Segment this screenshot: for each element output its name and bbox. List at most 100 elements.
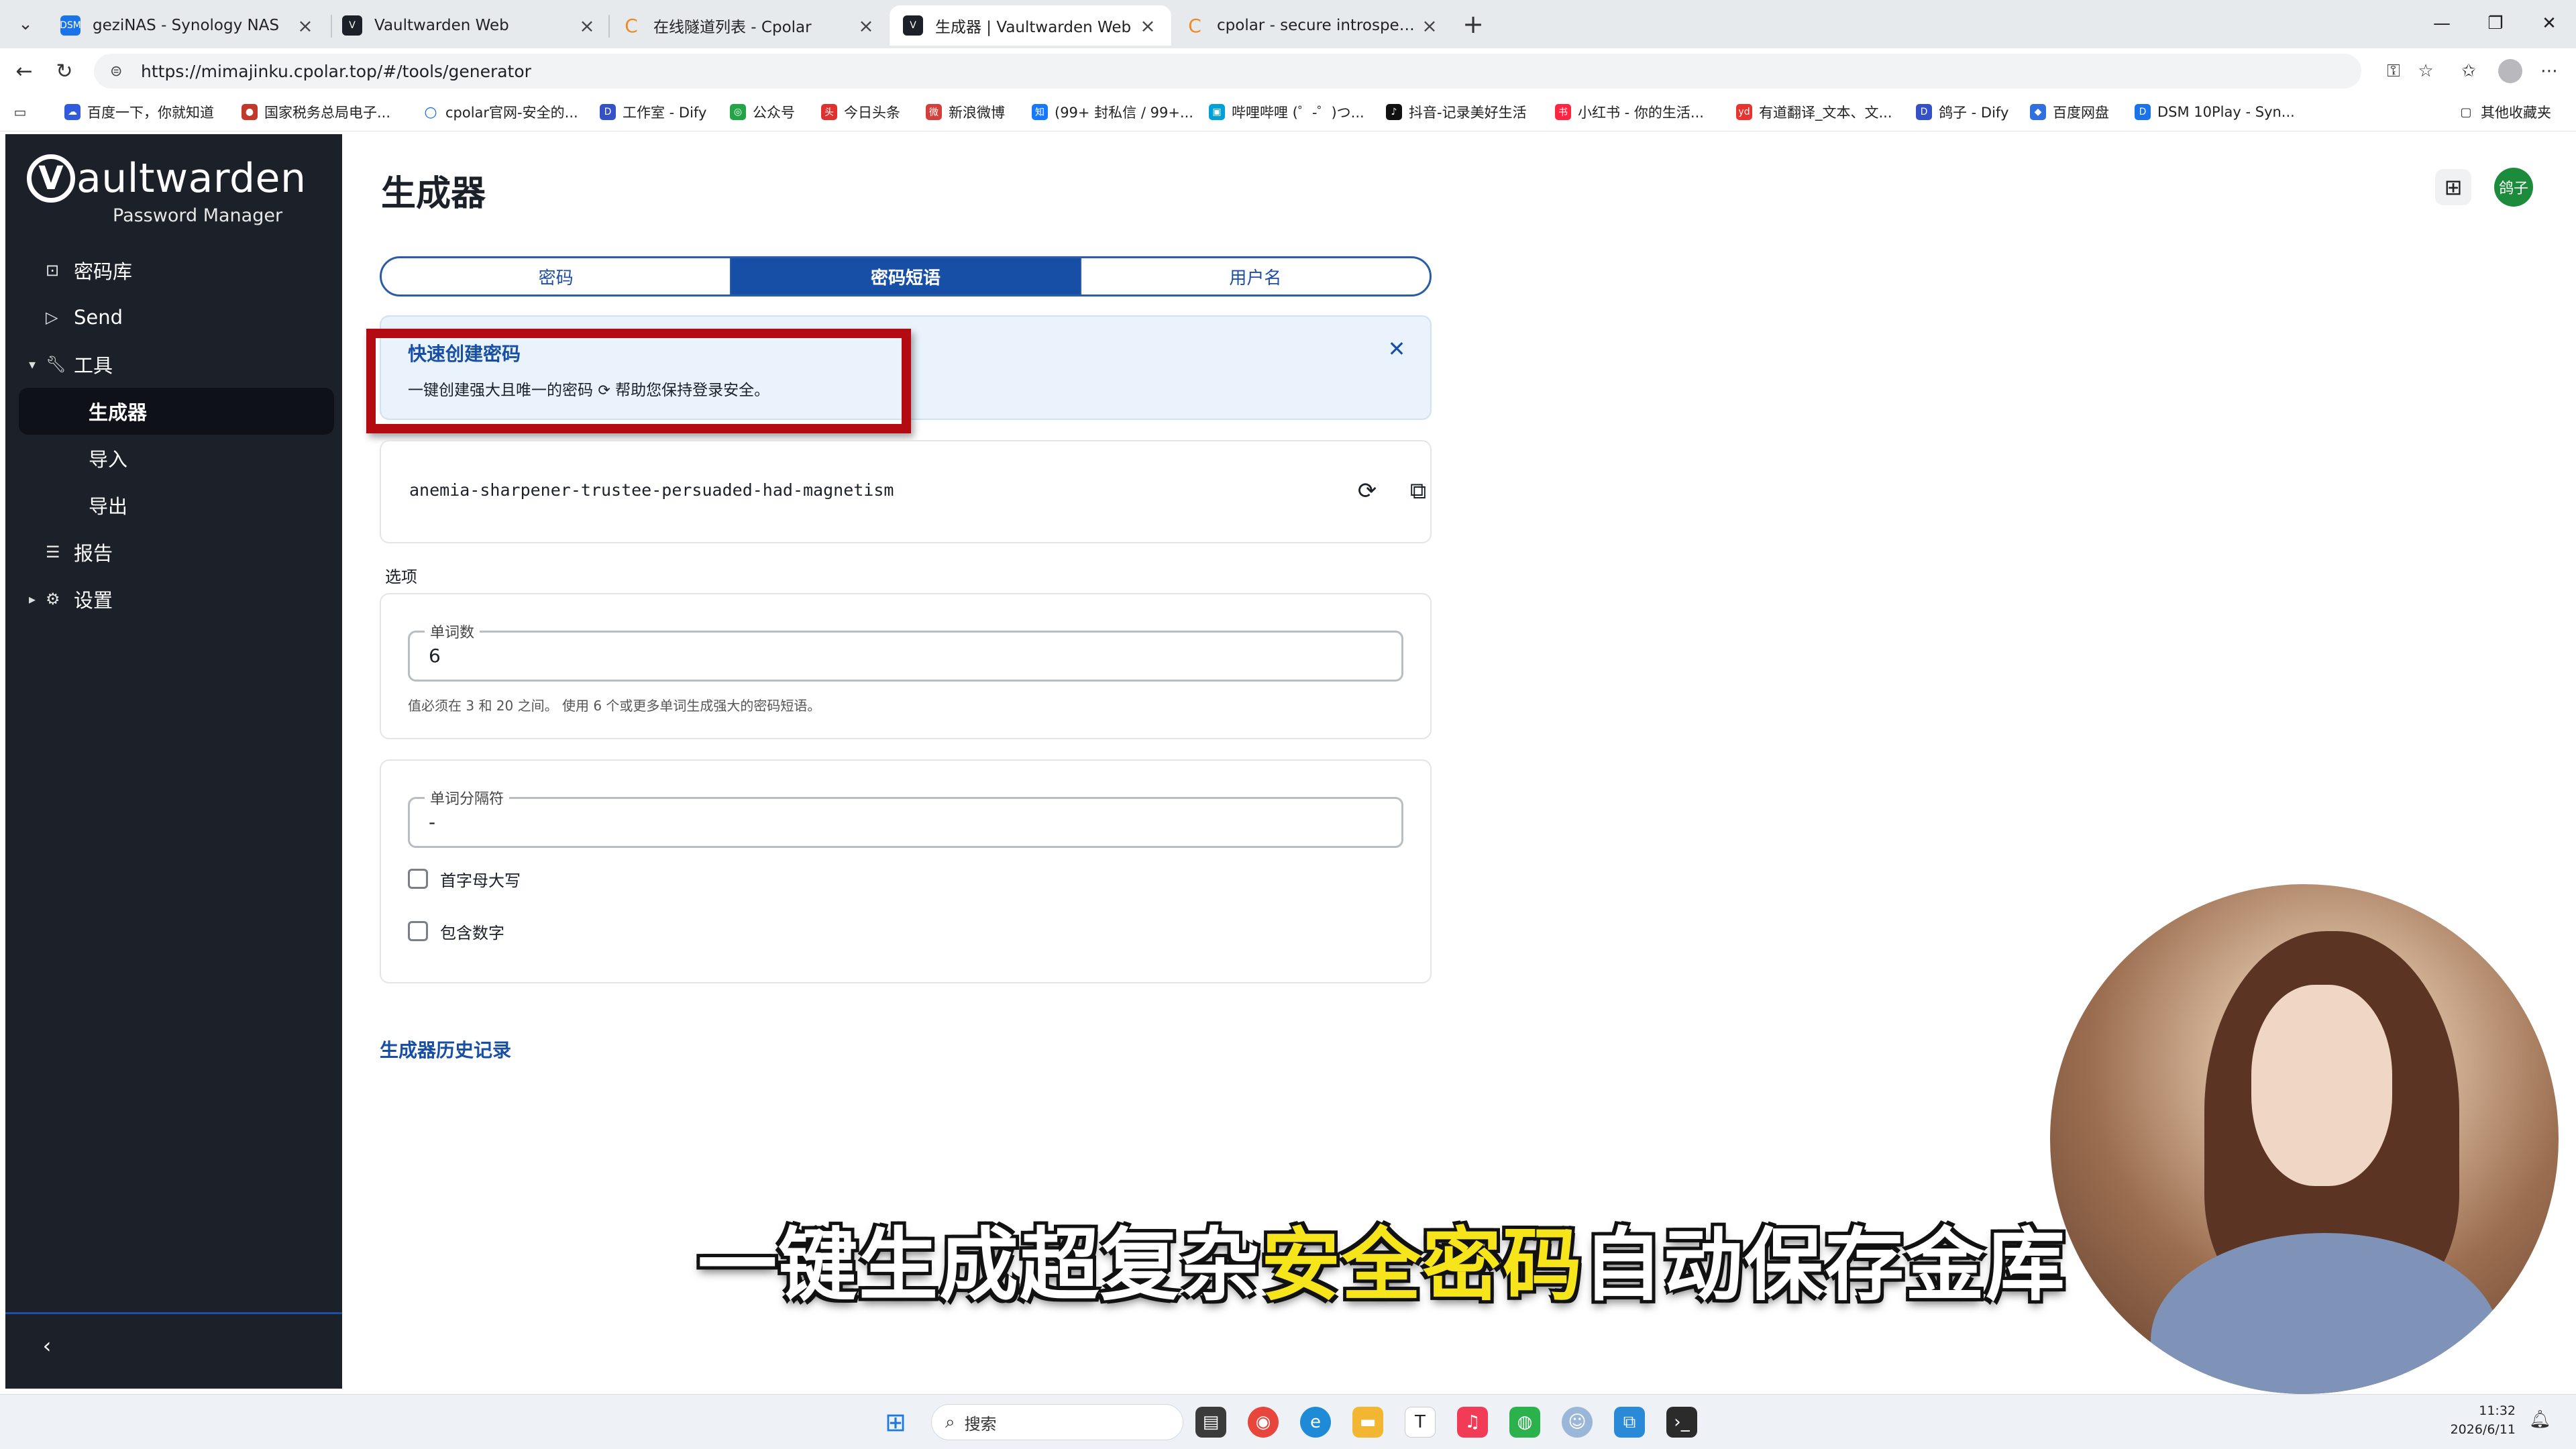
bookmark-item[interactable]: ○ cpolar官网-安全的...: [423, 101, 578, 123]
cpolar-icon: C: [1188, 14, 1201, 37]
remote-desktop-icon[interactable]: ⧉: [1614, 1407, 1645, 1438]
bookmark-item[interactable]: D 工作室 - Dify: [600, 101, 706, 123]
tab-title: 在线隧道列表 - Cpolar: [653, 19, 812, 36]
bookmark-item[interactable]: ◎ 公众号: [730, 101, 795, 123]
key-icon[interactable]: ⚿: [2380, 58, 2407, 85]
close-icon[interactable]: ×: [295, 15, 315, 37]
browser-tab-strip: ⌄ DSM geziNAS - Synology NAS × V Vaultwa…: [0, 0, 2576, 48]
terminal-icon[interactable]: ›_: [1666, 1407, 1697, 1438]
notification-bell-icon[interactable]: 🔔︎: [2529, 1409, 2551, 1430]
sidebar-item-import[interactable]: 导入: [19, 435, 334, 482]
product-switcher-grid-icon[interactable]: ⊞: [2435, 169, 2471, 205]
bookmark-item[interactable]: D 鸽子 - Dify: [1916, 101, 2008, 123]
system-clock[interactable]: 11:32 2026/6/11: [2442, 1401, 2516, 1439]
tab-username[interactable]: 用户名: [1081, 258, 1430, 294]
star-icon[interactable]: ☆: [2412, 58, 2439, 85]
sidebar-item-export[interactable]: 导出: [19, 482, 334, 529]
chrome-icon[interactable]: ◉: [1248, 1407, 1279, 1438]
bookmark-item[interactable]: 知 (99+ 封私信 / 99+...: [1032, 101, 1193, 123]
bookmark-item[interactable]: 微新浪微博: [926, 101, 1005, 123]
sidebar-item-label: 导出: [89, 495, 128, 518]
typora-icon[interactable]: T: [1405, 1407, 1436, 1438]
generated-value-card: anemia-sharpener-trustee-persuaded-had-m…: [380, 440, 1432, 543]
close-icon[interactable]: ✕: [1383, 335, 1410, 362]
minimize-icon[interactable]: —: [2415, 7, 2469, 40]
wechat-icon[interactable]: ◍: [1509, 1407, 1540, 1438]
sidebar-item-vault[interactable]: ⊡ 密码库: [19, 247, 334, 294]
sidebar-item-reports[interactable]: ☰ 报告: [19, 529, 334, 576]
close-icon[interactable]: ×: [1138, 15, 1158, 37]
close-icon[interactable]: ×: [1419, 15, 1440, 37]
browser-tab[interactable]: V Vaultwarden Web ×: [329, 5, 610, 46]
new-tab-plus-icon[interactable]: +: [1457, 8, 1489, 40]
checkbox-label: 包含数字: [440, 923, 504, 943]
reading-list-icon[interactable]: ▭: [12, 101, 35, 123]
tab-list-chevron-icon[interactable]: ⌄: [9, 8, 42, 40]
bookmark-item[interactable]: 头今日头条: [821, 101, 900, 123]
baidu-icon: ☁: [64, 104, 80, 120]
back-arrow-icon[interactable]: ←: [8, 55, 40, 87]
site-info-icon[interactable]: ⊜: [110, 63, 133, 80]
restore-icon[interactable]: ❐: [2469, 7, 2522, 40]
copy-icon[interactable]: ⧉: [1399, 472, 1437, 510]
sidebar-item-settings[interactable]: ▸ ⚙ 设置: [19, 576, 334, 623]
taskbar-search[interactable]: ⌕ 搜索: [931, 1404, 1183, 1440]
capitalize-checkbox-row[interactable]: 首字母大写: [408, 865, 521, 892]
more-menu-icon[interactable]: ⋯: [2536, 58, 2563, 85]
browser-tab[interactable]: C cpolar - secure introspectable tunn ×: [1171, 5, 1453, 46]
bookmark-item[interactable]: ☁ 百度一下，你就知道: [64, 101, 214, 123]
vaultwarden-icon: V: [342, 15, 362, 36]
wrench-icon: 🔧︎: [46, 355, 66, 374]
word-separator-field[interactable]: 单词分隔符 -: [408, 787, 1403, 848]
xiaohongshu-icon: 书: [1555, 104, 1571, 120]
task-view-icon[interactable]: ▤: [1195, 1407, 1226, 1438]
profile-avatar[interactable]: [2498, 59, 2522, 83]
bookmark-item[interactable]: ♪ 抖音-记录美好生活: [1386, 101, 1527, 123]
avatar-app-icon[interactable]: ☺: [1562, 1407, 1593, 1438]
vaultwarden-logo[interactable]: Vaultwarden Password Manager: [27, 154, 306, 226]
zhihu-icon: 知: [1032, 104, 1048, 120]
bookmark-item[interactable]: ◆ 百度网盘: [2030, 101, 2109, 123]
avatar[interactable]: 鸽子: [2494, 168, 2533, 207]
wechat-official-icon: ◎: [730, 104, 746, 120]
browser-tab[interactable]: DSM geziNAS - Synology NAS ×: [47, 5, 329, 46]
url-field[interactable]: ⊜ https://mimajinku.cpolar.top/#/tools/g…: [94, 54, 2361, 89]
sidebar-item-send[interactable]: ▷ Send: [19, 294, 334, 341]
tab-passphrase[interactable]: 密码短语: [731, 258, 1081, 294]
tab-title: 生成器 | Vaultwarden Web: [935, 19, 1132, 36]
reload-icon[interactable]: ↻: [48, 55, 80, 87]
window-close-icon[interactable]: ✕: [2522, 7, 2576, 40]
regenerate-icon[interactable]: ⟳: [1348, 472, 1386, 510]
close-icon[interactable]: ×: [577, 15, 597, 37]
include-number-checkbox-row[interactable]: 包含数字: [408, 918, 504, 945]
sidebar-item-tools[interactable]: ▾ 🔧︎ 工具: [19, 341, 334, 388]
browser-tab-active[interactable]: V 生成器 | Vaultwarden Web ×: [890, 5, 1171, 46]
bookmark-item[interactable]: ▣ 哔哩哔哩 (゜-゜)つ...: [1209, 101, 1364, 123]
sidebar-item-label: 导入: [89, 448, 128, 471]
sidebar-item-generator[interactable]: 生成器: [19, 388, 334, 435]
tab-title: geziNAS - Synology NAS: [93, 17, 280, 34]
bookmark-item[interactable]: 书小红书 - 你的生活...: [1555, 101, 1704, 123]
windows-start-icon[interactable]: ⊞: [880, 1407, 911, 1438]
capitalize-checkbox[interactable]: [408, 869, 428, 889]
bookmark-item[interactable]: ● 国家税务总局电子...: [241, 101, 390, 123]
close-icon[interactable]: ×: [856, 15, 876, 37]
favorites-icon[interactable]: ✩: [2455, 58, 2482, 85]
checkbox-label: 首字母大写: [440, 871, 521, 890]
bookmark-item[interactable]: yd 有道翻译_文本、文...: [1736, 101, 1892, 123]
bookmark-item[interactable]: D DSM 10Play - Syn...: [2135, 101, 2295, 123]
tab-password[interactable]: 密码: [382, 258, 732, 294]
vaultwarden-icon: V: [903, 15, 923, 36]
word-count-field[interactable]: 单词数 6: [408, 621, 1403, 682]
collapse-sidebar-icon[interactable]: ‹: [34, 1332, 60, 1359]
presenter-webcam: [2050, 884, 2559, 1394]
options-heading: 选项: [385, 568, 417, 586]
bilibili-icon: ▣: [1209, 104, 1225, 120]
browser-tab[interactable]: C 在线隧道列表 - Cpolar ×: [608, 5, 890, 46]
generator-history-link[interactable]: 生成器历史记录: [380, 1036, 511, 1063]
file-explorer-icon[interactable]: ▬: [1352, 1407, 1383, 1438]
include-number-checkbox[interactable]: [408, 921, 428, 941]
bookmark-folder[interactable]: ▢ 其他收藏夹: [2458, 101, 2551, 123]
music-icon[interactable]: ♫: [1457, 1407, 1488, 1438]
edge-icon[interactable]: e: [1300, 1407, 1331, 1438]
